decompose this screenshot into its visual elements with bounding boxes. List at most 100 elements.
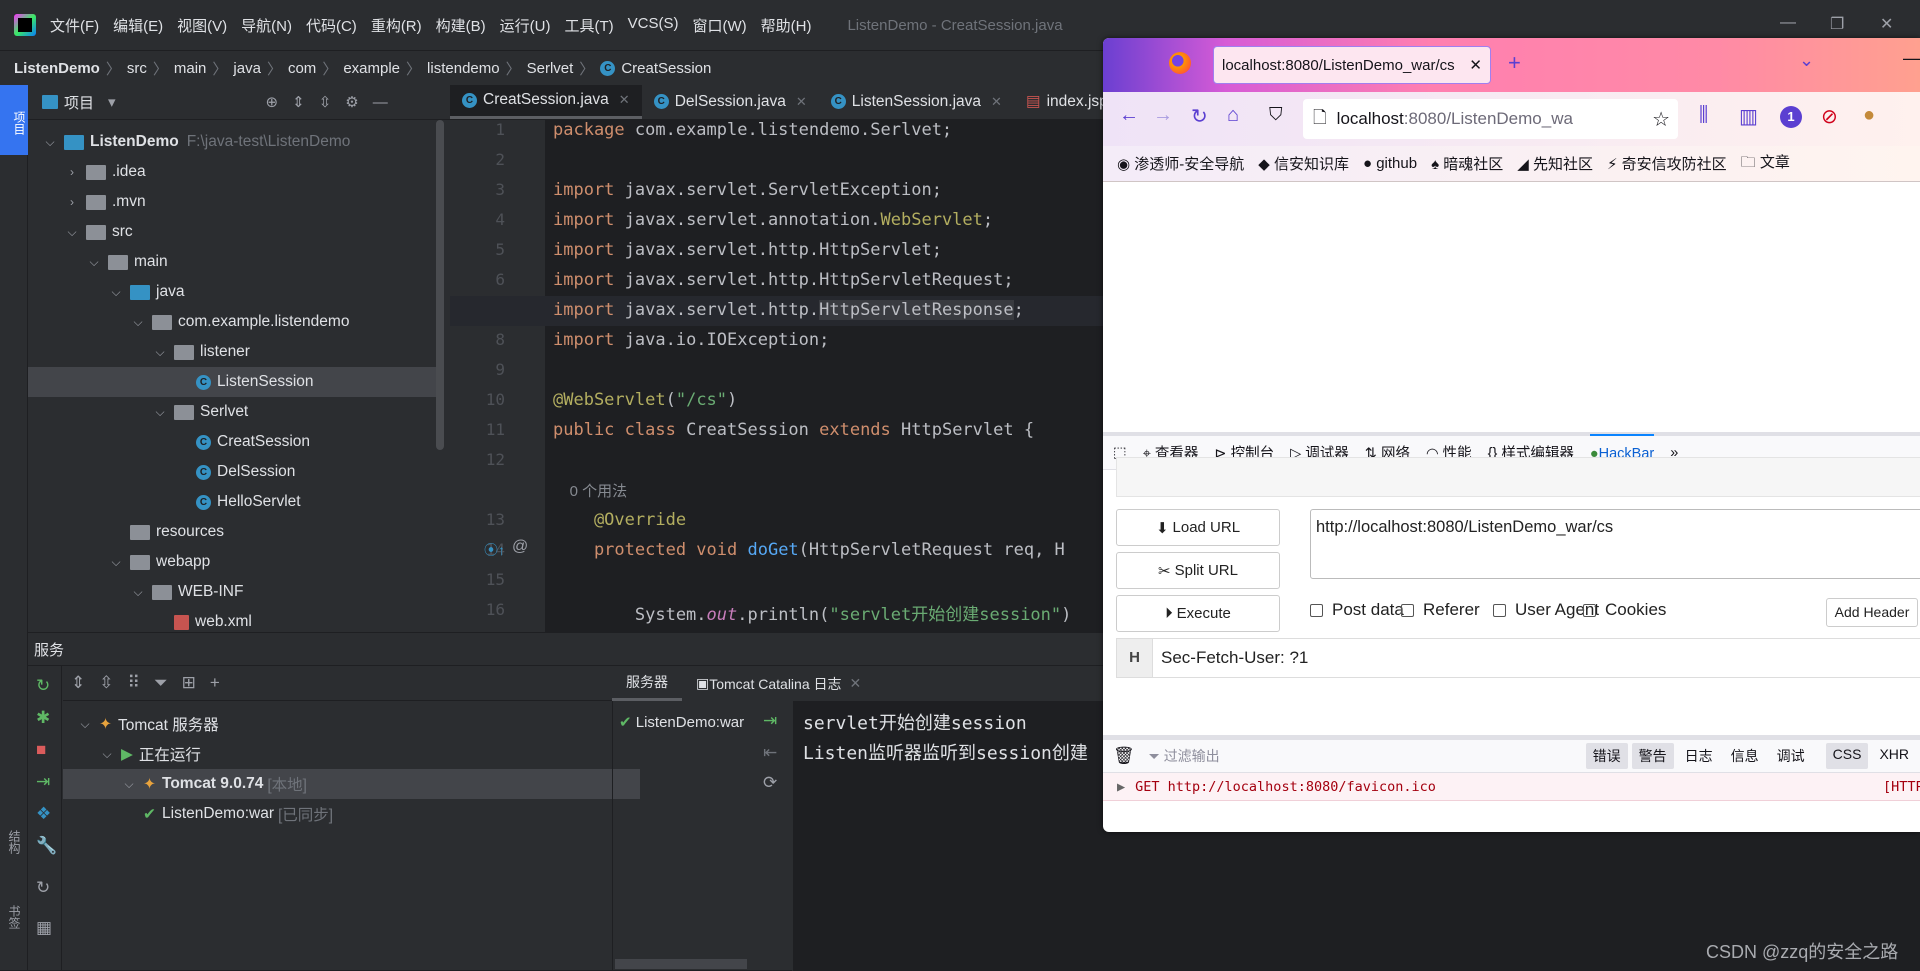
collapse-all-icon[interactable]: ⇳ [319,93,332,111]
deploy-icon[interactable]: ⇥ [763,711,777,731]
list-tabs-icon[interactable]: ⌄ [1799,50,1814,71]
chevron-right-icon[interactable]: › [64,195,80,209]
deployment-item[interactable]: ✔ ListenDemo:war [619,713,744,731]
tree-item[interactable]: ⌵ main [28,247,440,277]
breadcrumb-item[interactable]: main [174,60,207,77]
console-filter-0[interactable]: 错误 [1585,743,1628,769]
close-tab-icon[interactable]: ✕ [1469,56,1482,74]
menu-item[interactable]: 窗口(W) [692,15,746,36]
services-tree-item[interactable]: ⌵ ▶ 正在运行 [63,739,640,769]
close-tab-icon[interactable]: ✕ [850,675,862,692]
editor-tab[interactable]: ▤ index.jsp [1014,85,1103,119]
code-area[interactable]: package com.example.listendemo.Serlvet; i… [450,120,1103,632]
minimize-icon[interactable]: — [1780,14,1796,32]
project-panel-title[interactable]: 项目 [64,92,94,113]
menu-item[interactable]: 工具(T) [564,15,613,36]
maximize-icon[interactable]: ❐ [1830,14,1844,34]
chevron-down-icon[interactable]: ⌵ [152,405,168,420]
console-log-entry[interactable]: ▶ GET http://localhost:8080/favicon.ico [H… [1103,773,1920,801]
deploy-icon[interactable]: ⇥ [36,772,50,792]
header-value-input[interactable]: Sec-Fetch-User: ?1 [1161,648,1308,668]
tree-item[interactable]: ⌵ com.example.listendemo [28,307,440,337]
breadcrumb-item[interactable]: ListenDemo [14,60,100,77]
reload-icon[interactable]: ↻ [1191,104,1208,129]
close-icon[interactable]: ✕ [1880,14,1893,34]
filter-icon[interactable]: ⏷ [154,673,168,693]
checkbox-box[interactable] [1401,603,1414,617]
console-filter-2[interactable]: 日志 [1678,743,1720,769]
cookie-extension-icon[interactable]: ● [1863,104,1875,127]
split-url-button[interactable]: ✂ Split URL [1116,552,1280,589]
trash-icon[interactable]: 🗑 [1113,746,1135,766]
url-bar[interactable]: 🗋 localhost:8080/ListenDemo_wa ☆ [1303,99,1678,139]
collapse-all-icon[interactable]: ⇳ [99,673,113,693]
tree-item[interactable]: ⌵ Serlvet [28,397,440,427]
checkbox-box[interactable] [1310,603,1323,617]
new-tab-icon[interactable]: ⊞ [182,673,196,693]
menu-item[interactable]: 构建(B) [436,15,486,36]
editor-tab[interactable]: C DelSession.java ✕ [642,85,819,119]
menu-item[interactable]: 运行(U) [500,15,551,36]
menu-item[interactable]: 编辑(E) [113,15,163,36]
chevron-down-icon[interactable]: ⌵ [99,747,115,762]
project-scrollbar[interactable] [436,120,444,450]
tree-item[interactable]: C DelSession [28,457,440,487]
checkbox-cookies[interactable]: Cookies [1583,600,1666,620]
close-tab-icon[interactable]: ✕ [796,94,807,110]
tree-item[interactable]: C HelloServlet [28,487,440,517]
hide-icon[interactable]: — [373,94,388,111]
bookmark-item[interactable]: ● github [1363,155,1417,172]
breadcrumb-item[interactable]: Serlvet [527,60,574,77]
tree-item[interactable]: › .mvn [28,187,440,217]
locate-icon[interactable]: ⊕ [266,93,279,111]
chevron-down-icon[interactable]: ⌵ [108,555,124,570]
console-filter-3[interactable]: 信息 [1724,743,1766,769]
editor-tab[interactable]: C CreatSession.java ✕ [450,85,642,119]
chevron-down-icon[interactable]: ⌵ [64,225,80,240]
bookmark-item[interactable]: ♠ 暗魂社区 [1431,153,1503,174]
console-filter-1[interactable]: 警告 [1631,743,1674,769]
bookmark-item[interactable]: ◉ 渗透师-安全导航 [1117,153,1244,174]
wrench-icon[interactable]: 🔧 [36,836,57,856]
tree-item[interactable]: ⌵ listener [28,337,440,367]
chevron-down-icon[interactable]: ⌵ [152,345,168,360]
bookmark-item[interactable]: ◢ 先知社区 [1517,153,1593,174]
console-filter-extra[interactable]: XHR [1872,743,1916,769]
breadcrumb-item[interactable]: src [127,60,147,77]
bookmark-item[interactable]: ⚡ 奇安信攻防社区 [1607,153,1727,174]
forward-icon[interactable]: → [1153,104,1173,127]
artifacts-icon[interactable]: ❖ [36,804,51,824]
sidebar-icon[interactable]: ▥ [1739,104,1758,129]
bookmarks-tool-button[interactable]: 书签 [6,905,23,929]
tree-item[interactable]: C ListenSession [28,367,440,397]
structure-tool-button[interactable]: 结构 [6,830,23,854]
checkbox-box[interactable] [1583,603,1596,617]
tree-item[interactable]: › .idea [28,157,440,187]
services-tree-item[interactable]: ⌵ ✦ Tomcat 9.0.74 [本地] [63,769,640,799]
tree-item[interactable]: ⌵ ListenDemo F:\java-test\ListenDemo [28,127,440,157]
hackbar-url-textarea[interactable]: http://localhost:8080/ListenDemo_war/cs [1310,509,1920,579]
execute-button[interactable]: ⏵ Execute [1116,595,1280,632]
chevron-down-icon[interactable]: ⌵ [42,135,58,150]
checkbox-referer[interactable]: Referer [1401,600,1480,620]
add-icon[interactable]: + [210,673,220,693]
menu-item[interactable]: 重构(R) [371,15,422,36]
close-tab-icon[interactable]: ✕ [991,94,1002,110]
deployment-scrollbar[interactable] [615,959,747,969]
layout-icon[interactable]: ▦ [36,918,52,938]
chevron-down-icon[interactable]: ⌵ [121,777,137,792]
library-icon[interactable]: ⫼ [1699,104,1708,127]
bookmark-item[interactable]: ◆ 信安知识库 [1258,153,1349,174]
add-header-button[interactable]: Add Header [1826,598,1918,627]
undeploy-icon[interactable]: ⇤ [763,743,777,763]
filter-output-input[interactable]: ⏷ 过滤输出 [1149,746,1586,766]
breadcrumb-item[interactable]: java [233,60,261,77]
chevron-down-icon[interactable]: ⌵ [130,585,146,600]
menu-item[interactable]: 视图(V) [177,15,227,36]
tree-item[interactable]: ⌵ webapp [28,547,440,577]
console-filter-4[interactable]: 调试 [1770,743,1812,769]
checkbox-post-data[interactable]: Post data [1310,600,1404,620]
browser-tab-active[interactable]: localhost:8080/ListenDemo_war/cs ✕ [1213,46,1491,84]
tree-item[interactable]: C CreatSession [28,427,440,457]
breadcrumb-item[interactable]: com [288,60,316,77]
